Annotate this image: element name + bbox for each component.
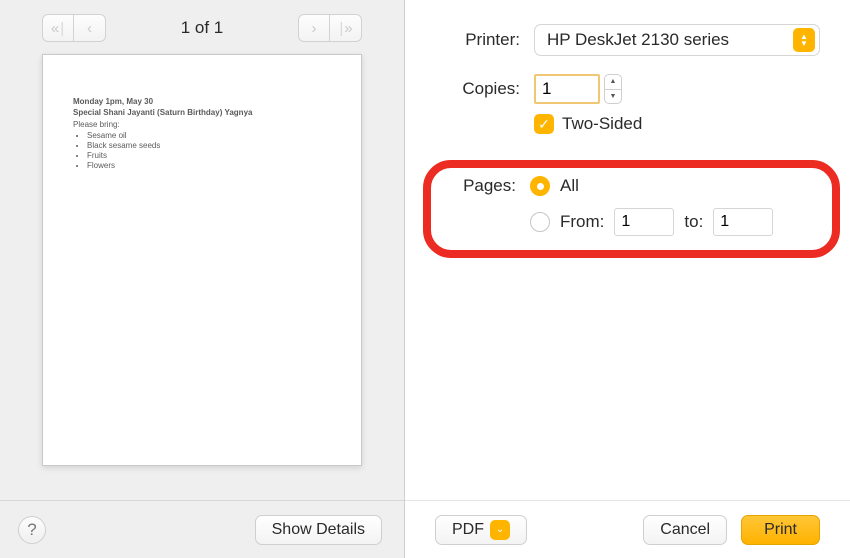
show-details-label: Show Details [272,521,365,539]
pages-range-radio[interactable] [530,212,550,232]
copies-input[interactable] [534,74,600,104]
copies-row: Copies: ▲ ▼ [435,74,820,104]
pages-to-label: to: [684,212,703,232]
double-chevron-left-icon: « [51,20,59,37]
pages-all-radio[interactable] [530,176,550,196]
right-footer: PDF ⌄ Cancel Print [405,500,850,558]
printer-value: HP DeskJet 2130 series [547,30,729,50]
printer-row: Printer: HP DeskJet 2130 series ▲▼ [435,24,820,56]
copies-label: Copies: [435,79,520,99]
pages-all-label: All [560,176,579,196]
preview-wrap: Monday 1pm, May 30 Special Shani Jayanti… [0,54,404,500]
list-item: Black sesame seeds [87,141,331,151]
prev-page-button[interactable]: ‹ [74,14,106,42]
help-button[interactable]: ? [18,516,46,544]
settings-pane: Printer: HP DeskJet 2130 series ▲▼ Copie… [405,0,850,558]
chevron-right-icon: › [311,20,316,37]
separator-icon: | [339,20,343,37]
printer-label: Printer: [435,30,520,50]
preview-page: Monday 1pm, May 30 Special Shani Jayanti… [42,54,362,466]
separator-icon: | [60,20,64,37]
pages-highlight: Pages: All From: to: [423,160,840,258]
page-counter: 1 of 1 [181,18,224,38]
pages-from-input[interactable] [614,208,674,236]
next-page-group: › | » [298,14,362,42]
left-footer: ? Show Details [0,500,404,558]
pages-label: Pages: [437,176,516,196]
preview-item-list: Sesame oil Black sesame seeds Fruits Flo… [87,131,331,171]
pages-from-label: From: [560,212,604,232]
double-chevron-right-icon: » [344,20,352,37]
prev-page-group: « | ‹ [42,14,106,42]
preview-line-2: Special Shani Jayanti (Saturn Birthday) … [73,108,331,118]
check-icon: ✓ [538,116,550,133]
printer-select[interactable]: HP DeskJet 2130 series ▲▼ [534,24,820,56]
chevron-down-icon: ⌄ [490,520,510,540]
pager-bar: « | ‹ 1 of 1 › | » [0,10,404,54]
list-item: Fruits [87,151,331,161]
last-page-button[interactable]: | » [330,14,362,42]
print-button[interactable]: Print [741,515,820,545]
pages-to-input[interactable] [713,208,773,236]
stepper-up-icon: ▲ [605,75,621,90]
footer-right-buttons: Cancel Print [643,515,820,545]
list-item: Flowers [87,161,331,171]
list-item: Sesame oil [87,131,331,141]
show-details-button[interactable]: Show Details [255,515,382,545]
pdf-label: PDF [452,521,484,539]
two-sided-checkbox[interactable]: ✓ [534,114,554,134]
preview-pane: « | ‹ 1 of 1 › | » Monday 1pm, May 30 Sp… [0,0,405,558]
preview-line-1: Monday 1pm, May 30 [73,97,331,107]
pages-range-row: From: to: [530,208,814,236]
help-icon: ? [27,520,36,540]
two-sided-label: Two-Sided [562,114,642,134]
cancel-label: Cancel [660,521,710,539]
pdf-button[interactable]: PDF ⌄ [435,515,527,545]
pages-all-row: Pages: All [437,176,814,196]
two-sided-row: ✓ Two-Sided [534,114,820,134]
first-page-button[interactable]: « | [42,14,74,42]
preview-please-bring: Please bring: [73,120,331,130]
next-page-button[interactable]: › [298,14,330,42]
print-label: Print [764,521,797,539]
copies-stepper[interactable]: ▲ ▼ [604,74,622,104]
stepper-down-icon: ▼ [605,90,621,104]
cancel-button[interactable]: Cancel [643,515,727,545]
chevron-left-icon: ‹ [87,20,92,37]
updown-chevron-icon: ▲▼ [793,28,815,52]
